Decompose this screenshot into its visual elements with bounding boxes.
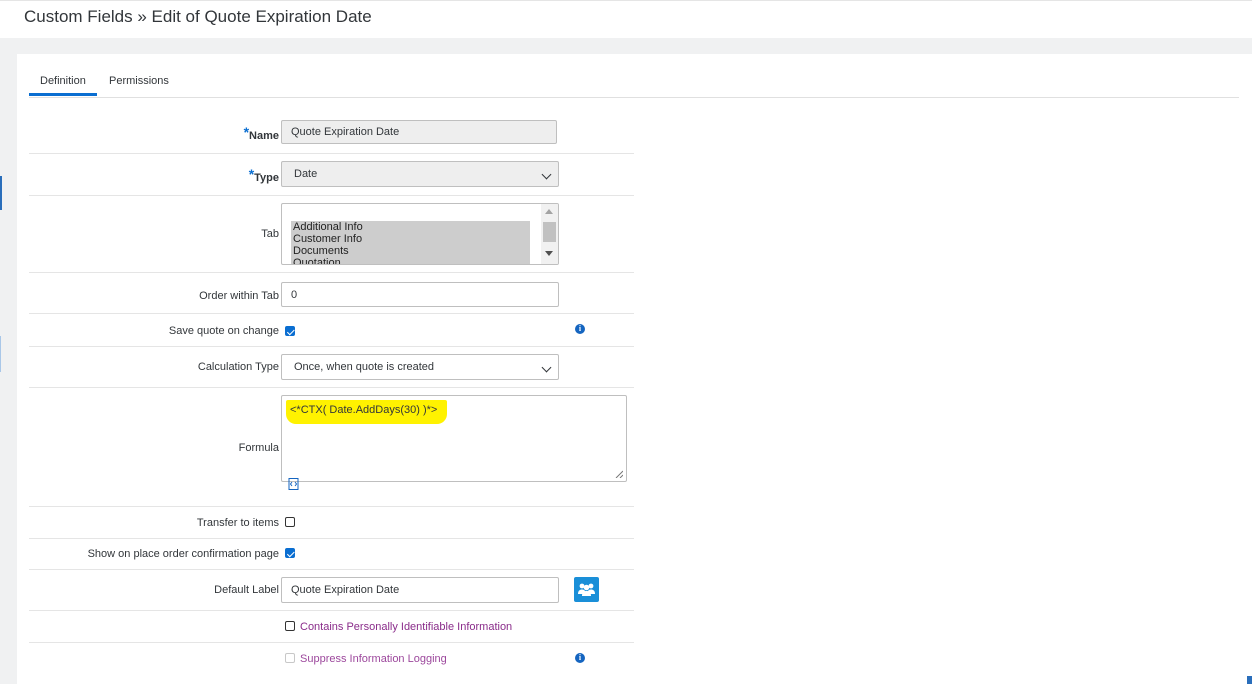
info-icon[interactable]: i [575,653,585,663]
scroll-up-icon[interactable] [545,209,553,214]
show-on-confirmation-label: Show on place order confirmation page [87,548,279,560]
row-calculation-type: Calculation Type Once, when quote is cre… [29,347,634,388]
row-show-on-confirmation: Show on place order confirmation page [29,539,634,570]
page-title: Custom Fields » Edit of Quote Expiration… [24,7,372,26]
code-icon[interactable] [288,478,300,490]
row-default-label: Default Label [29,570,634,611]
calculation-type-select[interactable]: Once, when quote is created [281,354,559,380]
row-formula: Formula <*CTX( Date.AddDays(30) )*> [29,388,634,507]
right-edge-marker [1247,676,1252,684]
type-label: *Type [248,166,279,184]
info-icon[interactable]: i [575,324,585,334]
suppress-logging-label[interactable]: Suppress Information Logging [300,653,447,665]
calculation-type-value: Once, when quote is created [294,361,435,373]
formula-label: Formula [238,442,279,454]
listbox-scrollbar[interactable] [541,204,558,264]
row-order-within-tab: Order within Tab [29,273,634,314]
tab-permissions[interactable]: Permissions [109,75,169,87]
row-save-quote-on-change: Save quote on change i [29,314,634,347]
tab-option[interactable]: Additional Info [291,221,530,233]
calculation-type-label: Calculation Type [197,361,279,373]
formula-textarea[interactable]: <*CTX( Date.AddDays(30) )*> [281,395,627,482]
tab-options: Additional Info Customer Info Documents … [291,221,530,264]
type-select-value: Date [294,168,318,180]
row-transfer-to-items: Transfer to items [29,507,634,539]
top-rule [0,0,1252,1]
save-quote-on-change-label: Save quote on change [168,325,279,337]
scroll-down-icon[interactable] [545,251,553,256]
name-input[interactable] [281,120,557,144]
scroll-thumb[interactable] [543,222,556,242]
tab-listbox[interactable]: Additional Info Customer Info Documents … [281,203,559,265]
row-name: *Name [29,112,634,154]
chevron-down-icon [541,169,552,180]
tab-option[interactable]: Quotation [291,257,530,264]
required-mark: * [248,166,255,182]
type-select[interactable]: Date [281,161,559,187]
transfer-to-items-checkbox[interactable] [285,517,295,527]
row-suppress-logging: Suppress Information Logging i [29,643,634,675]
left-edge-marker-secondary [0,336,1,372]
tab-label: Tab [261,228,279,240]
pii-checkbox[interactable] [285,621,295,631]
order-within-tab-input[interactable] [281,282,559,307]
default-label-input[interactable] [281,577,559,603]
formula-value: <*CTX( Date.AddDays(30) )*> [286,400,448,424]
order-within-tab-label: Order within Tab [199,290,279,302]
translations-button[interactable] [574,577,599,602]
show-on-confirmation-checkbox[interactable] [285,548,295,558]
chevron-down-icon [541,362,552,373]
row-type: *Type Date [29,154,634,196]
row-pii: Contains Personally Identifiable Informa… [29,611,634,643]
tab-bar: Definition Permissions [29,54,1239,98]
suppress-logging-checkbox[interactable] [285,653,295,663]
save-quote-on-change-checkbox[interactable] [285,326,295,336]
left-edge-marker [0,176,2,210]
edit-card: Definition Permissions *Name *Type Date … [17,54,1252,684]
resize-handle-icon[interactable] [615,470,623,478]
pii-label[interactable]: Contains Personally Identifiable Informa… [300,621,512,633]
row-tab: Tab Additional Info Customer Info Docume… [29,196,634,273]
required-mark: * [243,124,250,140]
name-label: *Name [243,124,279,142]
tab-option[interactable]: Customer Info [291,233,530,245]
default-label-label: Default Label [214,584,279,596]
transfer-to-items-label: Transfer to items [196,517,279,529]
tab-definition[interactable]: Definition [29,75,97,96]
tab-option[interactable]: Documents [291,245,530,257]
people-icon [578,583,595,596]
